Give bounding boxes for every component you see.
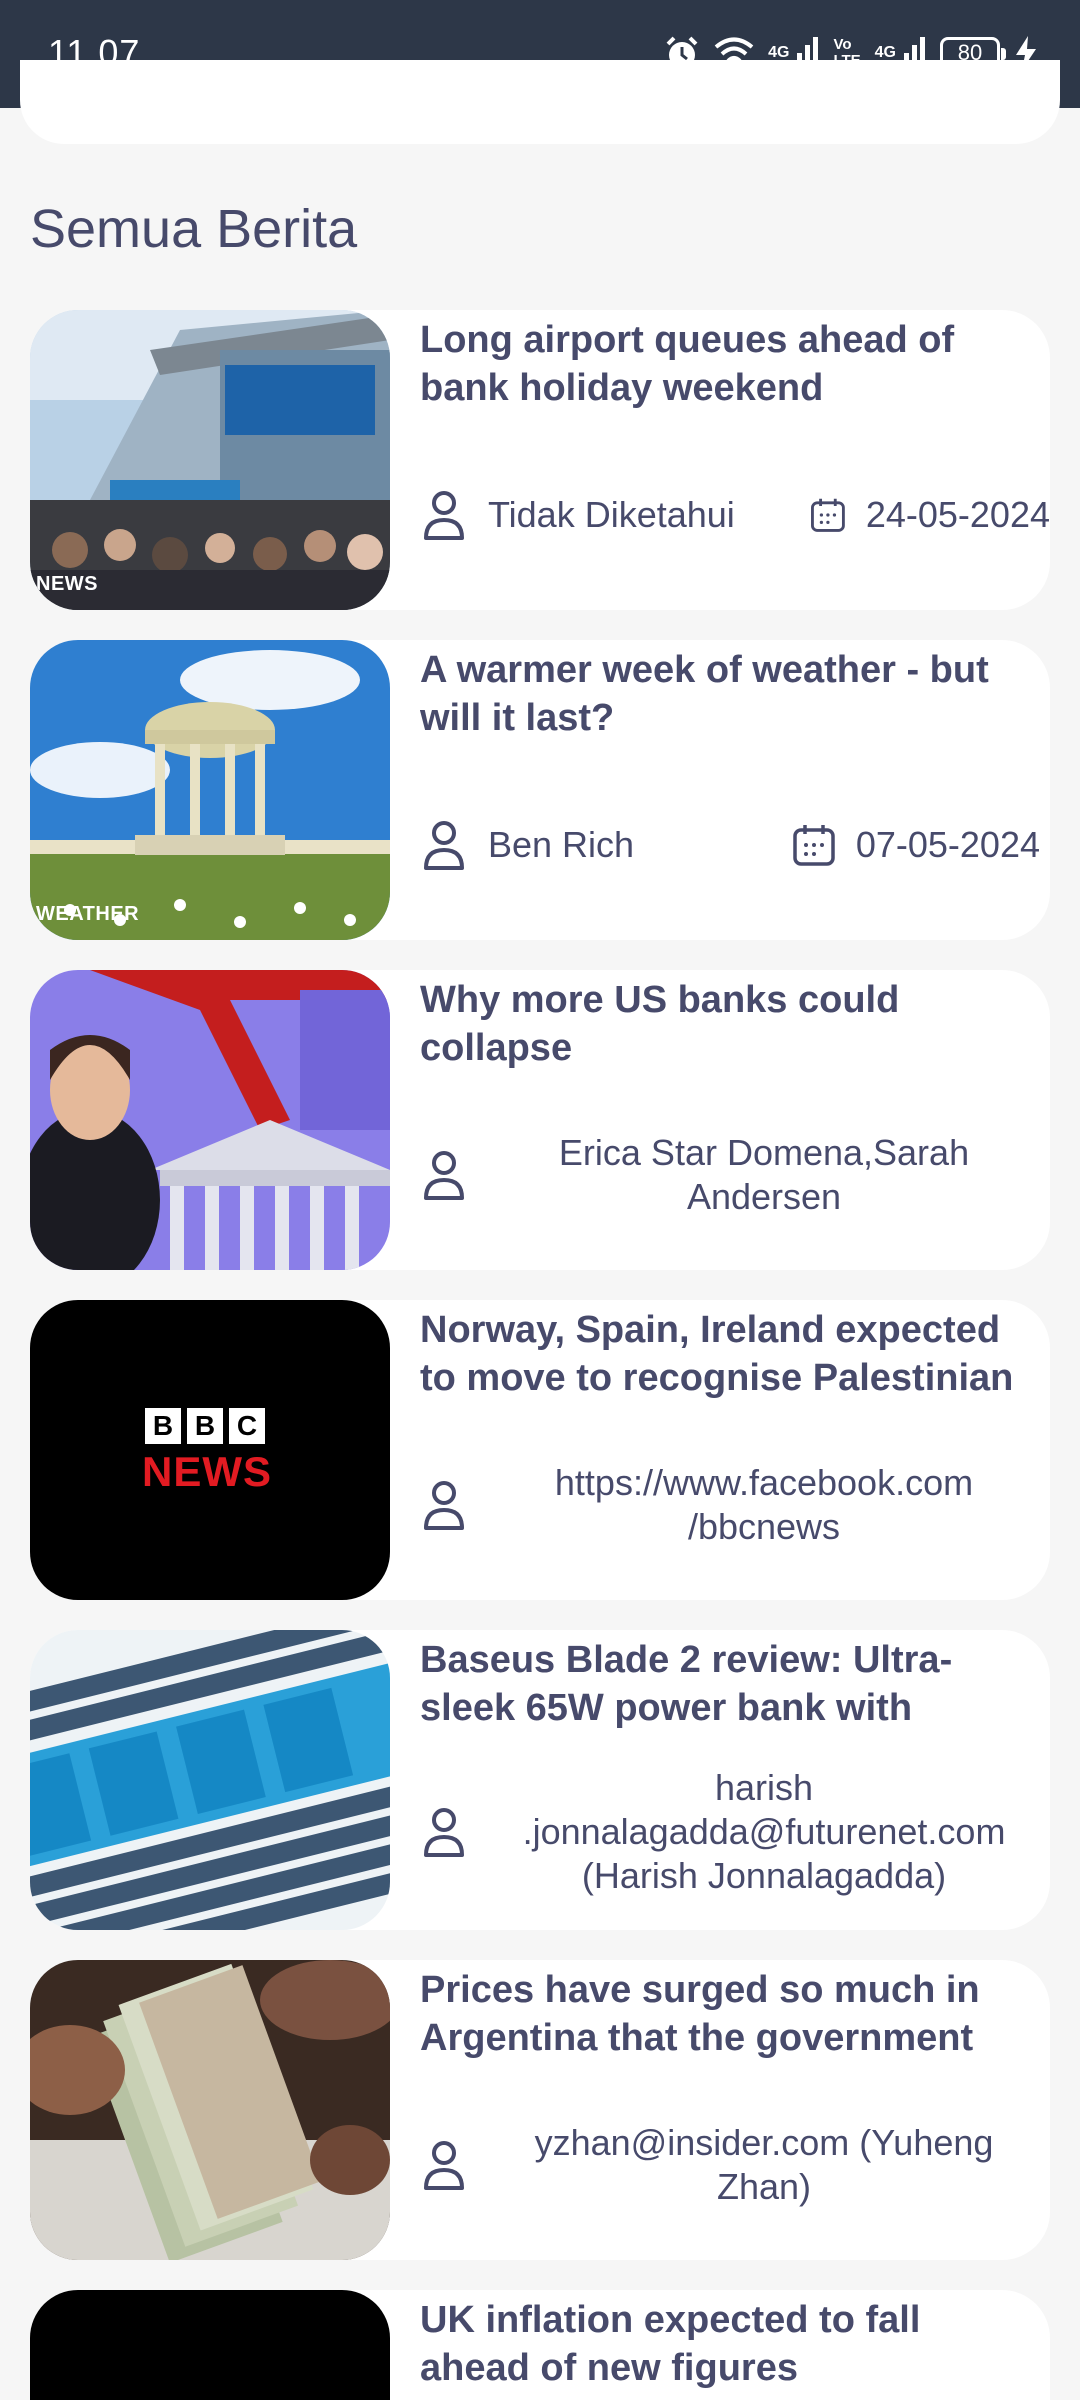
- bbc-news-wordmark: NEWS: [142, 1448, 272, 1495]
- user-icon: [424, 491, 464, 540]
- network-type-2: 4G: [874, 44, 896, 61]
- news-thumbnail: [30, 2290, 390, 2400]
- network-type-1: 4G: [768, 44, 790, 61]
- news-date: 07-05-2024: [855, 824, 1040, 865]
- news-card[interactable]: WEATHER A warmer week of weather - but w…: [30, 640, 1050, 940]
- news-author: Ben Rich: [488, 824, 635, 865]
- news-title: Baseus Blade 2 review: Ultra-sleek 65W p…: [420, 1639, 953, 1729]
- news-meta: https://www.facebook.com /bbcnews: [420, 1450, 1050, 1560]
- news-meta: harish .jonnalagadda@futurenet.com (Hari…: [420, 1762, 1050, 1902]
- news-meta: Tidak Diketahui 24-05-2024: [420, 460, 1050, 570]
- news-thumbnail: WEATHER: [30, 640, 390, 940]
- calendar-icon: [811, 498, 845, 532]
- news-meta: yzhan@insider.com (Yuheng Zhan): [420, 2110, 1050, 2220]
- news-card[interactable]: Prices have surged so much in Argentina …: [30, 1960, 1050, 2260]
- image-tag: WEATHER: [36, 903, 140, 925]
- calendar-icon: [793, 825, 835, 866]
- news-author: harish .jonnalagadda@futurenet.com (Hari…: [522, 1767, 1006, 1896]
- news-card[interactable]: UK inflation expected to fall ahead of n…: [30, 2290, 1050, 2400]
- user-icon: [424, 821, 464, 870]
- news-date-group: 24-05-2024: [810, 493, 1050, 537]
- news-date-group: 07-05-2024: [792, 823, 1050, 867]
- news-meta: Ben Rich 07-05-2024: [420, 790, 1050, 900]
- news-thumbnail: [30, 1630, 390, 1930]
- news-author: Tidak Diketahui: [488, 494, 735, 535]
- news-card[interactable]: Why more US banks could collapse Erica S…: [30, 970, 1050, 1270]
- news-card[interactable]: Baseus Blade 2 review: Ultra-sleek 65W p…: [30, 1630, 1050, 1930]
- news-title: Prices have surged so much in Argentina …: [420, 1969, 980, 2059]
- section-title: Semua Berita: [30, 199, 358, 259]
- news-author: https://www.facebook.com /bbcnews: [554, 1462, 974, 1547]
- bbc-logo: B B C: [145, 1408, 265, 1444]
- user-icon: [424, 1808, 464, 1857]
- user-icon: [424, 1481, 464, 1530]
- news-meta: Erica Star Domena,Sarah Andersen: [420, 1120, 1050, 1230]
- news-author: Erica Star Domena,Sarah Andersen: [558, 1132, 970, 1217]
- user-icon: [424, 1151, 464, 1200]
- news-thumbnail: [30, 970, 390, 1270]
- news-card[interactable]: NEWS Long airport queues ahead of bank h…: [30, 310, 1050, 610]
- image-tag: NEWS: [36, 573, 98, 595]
- news-date: 24-05-2024: [865, 494, 1050, 535]
- bbc-letter: C: [229, 1408, 265, 1444]
- news-title: A warmer week of weather - but will it l…: [420, 649, 989, 739]
- news-title: Norway, Spain, Ireland expected to move …: [420, 1309, 1014, 1399]
- news-thumbnail: [30, 1960, 390, 2260]
- previous-card-bottom: [20, 60, 1060, 144]
- volte-line-1: Vo: [833, 36, 852, 53]
- news-title: Long airport queues ahead of bank holida…: [420, 319, 955, 409]
- news-card[interactable]: B B C NEWS Norway, Spain, Ireland expect…: [30, 1300, 1050, 1600]
- bbc-letter: B: [145, 1408, 181, 1444]
- news-thumbnail: B B C NEWS: [30, 1300, 390, 1600]
- news-title: UK inflation expected to fall ahead of n…: [420, 2299, 921, 2389]
- user-icon: [424, 2141, 464, 2190]
- news-title: Why more US banks could collapse: [420, 979, 900, 1069]
- news-author: yzhan@insider.com (Yuheng Zhan): [534, 2122, 994, 2207]
- news-thumbnail: NEWS: [30, 310, 390, 610]
- bbc-letter: B: [187, 1408, 223, 1444]
